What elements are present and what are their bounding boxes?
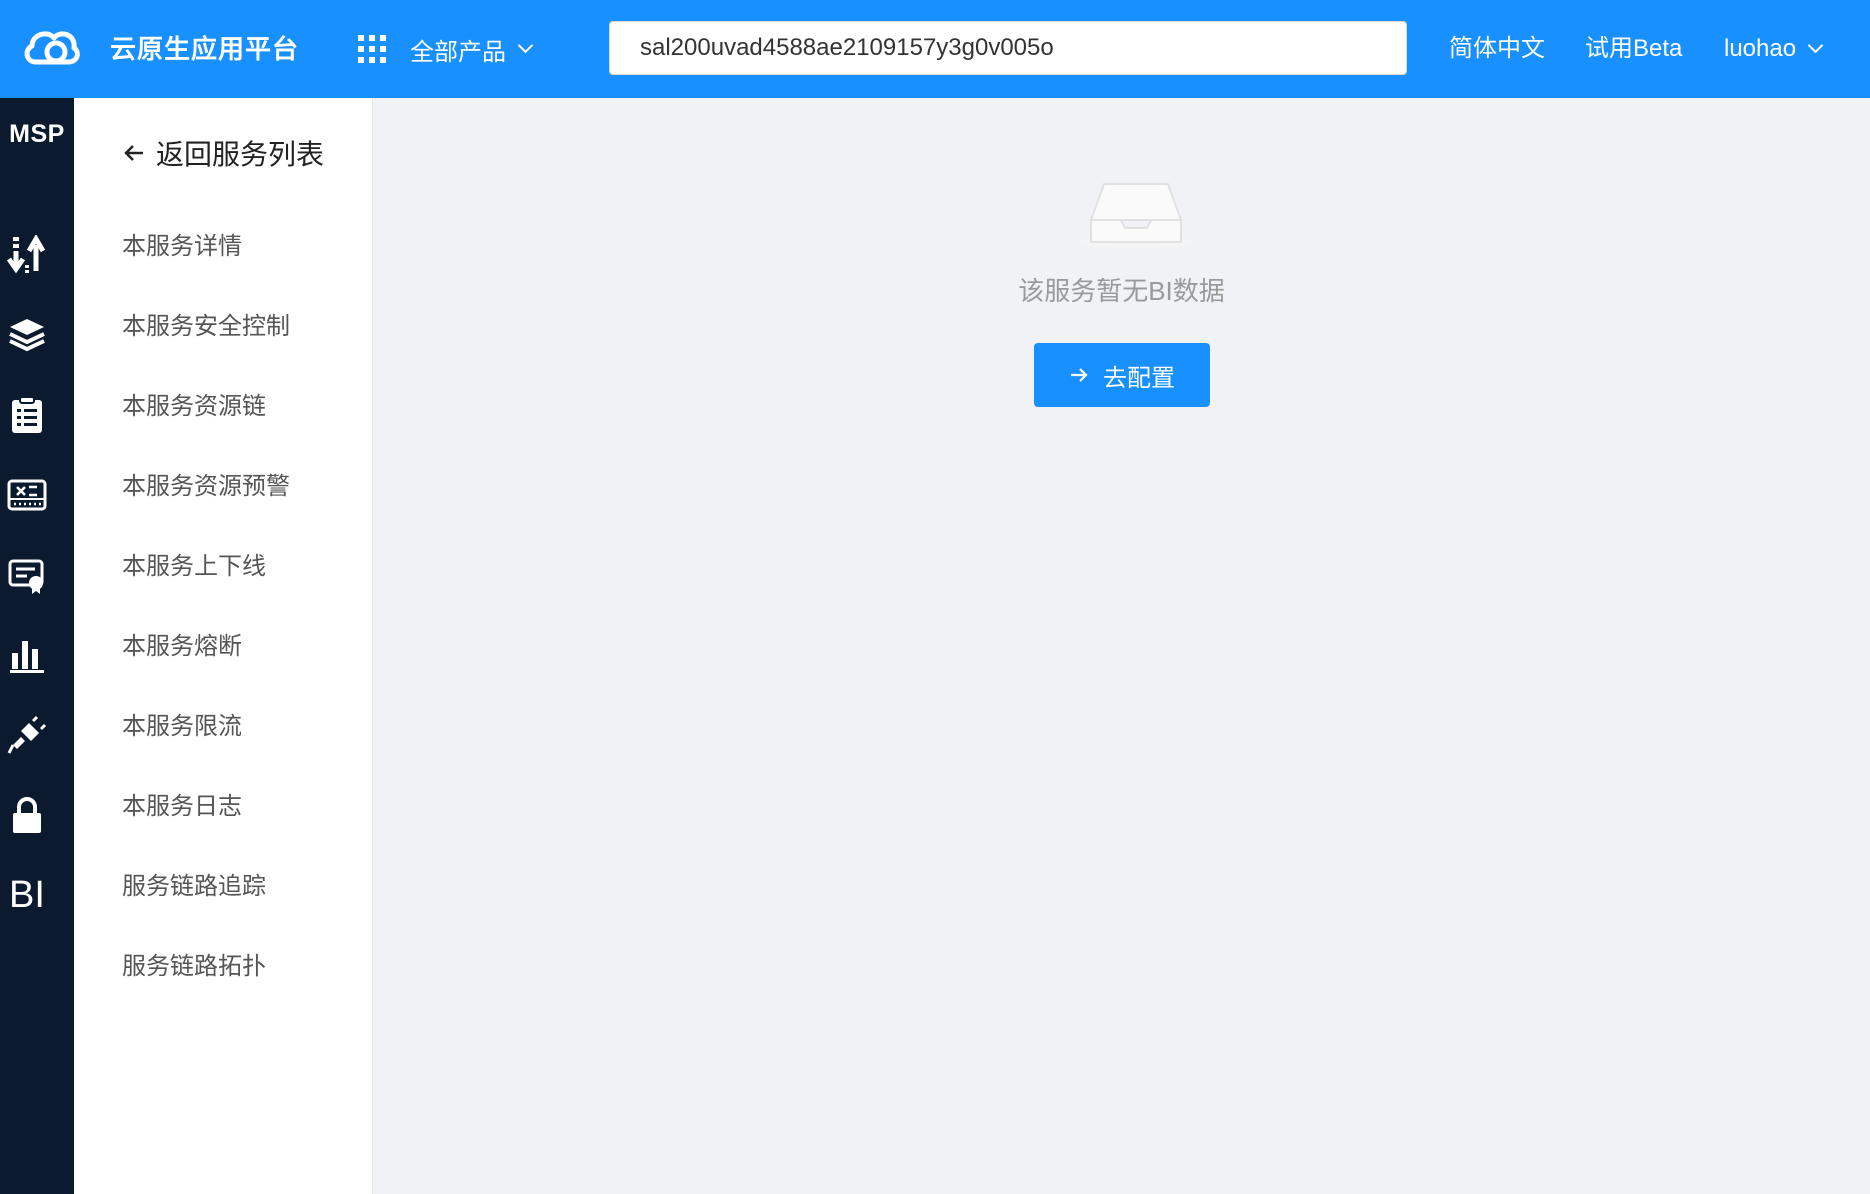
sort-arrows-icon[interactable]: [5, 233, 49, 277]
user-menu[interactable]: luohao: [1724, 0, 1824, 98]
chevron-down-icon: [1807, 37, 1824, 53]
go-config-label: 去配置: [1103, 364, 1175, 392]
menu-item-security-control[interactable]: 本服务安全控制: [122, 307, 290, 347]
menu-item-resource-chain[interactable]: 本服务资源链: [122, 387, 266, 427]
language-switch[interactable]: 简体中文: [1449, 0, 1545, 98]
arrow-left-icon: [124, 145, 143, 161]
brand-title[interactable]: 云原生应用平台: [110, 0, 299, 98]
back-label: 返回服务列表: [156, 139, 325, 170]
menu-item-circuit-breaker[interactable]: 本服务熔断: [122, 627, 242, 667]
bi-icon[interactable]: BI: [5, 873, 49, 917]
all-products-label: 全部产品: [410, 38, 506, 66]
menu-item-topology[interactable]: 服务链路拓扑: [122, 947, 266, 987]
menu-item-rate-limit[interactable]: 本服务限流: [122, 707, 242, 747]
empty-inbox-icon: [1078, 183, 1194, 248]
arrow-right-icon: [1071, 368, 1088, 382]
service-sidebar: 返回服务列表 本服务详情 本服务安全控制 本服务资源链 本服务资源预警 本服务上…: [74, 98, 373, 1194]
app-grid-icon: [358, 35, 386, 63]
main-content: 该服务暂无BI数据 去配置: [373, 98, 1870, 1194]
module-rail: MSP BI: [0, 98, 74, 1194]
menu-item-trace[interactable]: 服务链路追踪: [122, 867, 266, 907]
lock-icon[interactable]: [5, 793, 49, 837]
rail-title: MSP: [9, 120, 65, 148]
plug-icon[interactable]: [5, 713, 49, 757]
username: luohao: [1724, 35, 1797, 62]
top-navbar: 云原生应用平台 全部产品 简体中文 试用Beta luohao: [0, 0, 1870, 98]
back-to-service-list-link[interactable]: 返回服务列表: [122, 128, 324, 178]
all-products-menu[interactable]: 全部产品: [358, 0, 534, 98]
clipboard-list-icon[interactable]: [5, 393, 49, 437]
try-beta-link[interactable]: 试用Beta: [1585, 0, 1682, 98]
menu-item-service-detail[interactable]: 本服务详情: [122, 227, 242, 267]
switch-panel-icon[interactable]: [5, 473, 49, 517]
certificate-icon[interactable]: [5, 553, 49, 597]
bar-chart-icon[interactable]: [5, 633, 49, 677]
cloud-logo-icon[interactable]: [22, 22, 80, 72]
menu-item-online-offline[interactable]: 本服务上下线: [122, 547, 266, 587]
bi-label: BI: [9, 873, 45, 916]
chevron-down-icon: [517, 37, 534, 53]
go-config-button[interactable]: 去配置: [1034, 343, 1210, 407]
service-search-input[interactable]: [609, 21, 1407, 75]
layers-icon[interactable]: [5, 313, 49, 357]
menu-item-resource-alert[interactable]: 本服务资源预警: [122, 467, 290, 507]
empty-state-text: 该服务暂无BI数据: [1018, 276, 1225, 306]
menu-item-service-log[interactable]: 本服务日志: [122, 787, 242, 827]
